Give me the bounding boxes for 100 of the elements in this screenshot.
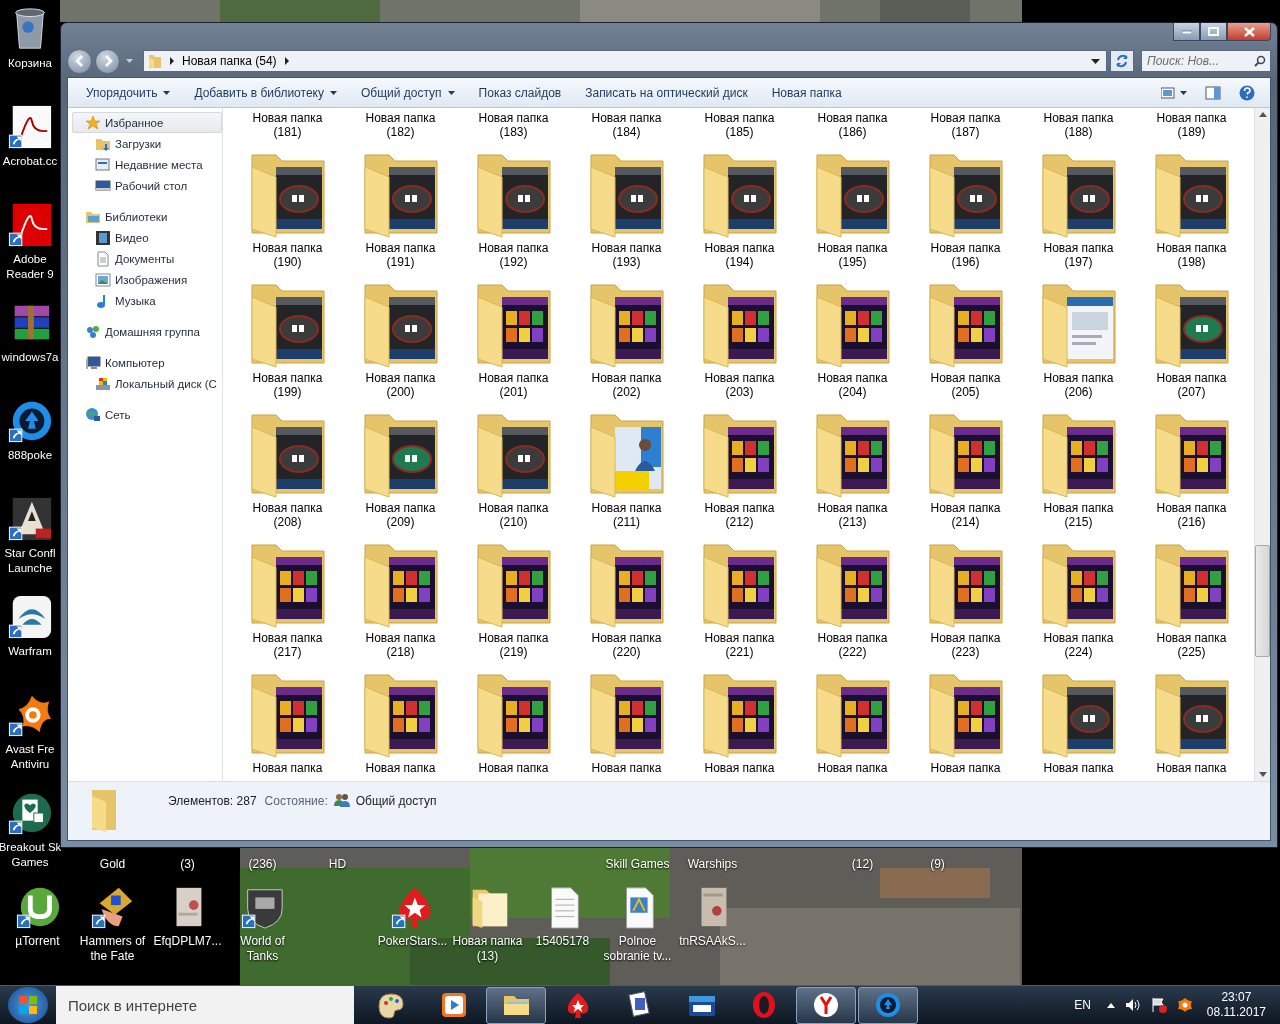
folder-name[interactable]: Новая папка (191) [365,241,436,273]
folder-name[interactable]: Новая папка (223) [930,631,1001,663]
toolbar-button[interactable]: Записать на оптический диск [577,81,756,104]
taskbar-button[interactable] [486,986,546,1024]
nav-item[interactable]: Рабочий стол [72,175,222,196]
refresh-button[interactable] [1110,50,1134,72]
folder-name[interactable]: Новая папка (210) [478,501,549,533]
folder-name[interactable]: Новая папка (201) [478,371,549,403]
folder-name[interactable]: Новая папка (212) [704,501,775,533]
toolbar-button[interactable]: Общий доступ [352,81,463,104]
folder-name[interactable]: Новая папка (192) [478,241,549,273]
nav-item[interactable]: Домашняя группа [72,321,222,342]
clock[interactable]: 23:07 08.11.2017 [1206,990,1266,1020]
folder-name[interactable]: Новая папка (193) [591,241,662,273]
speaker-icon[interactable] [1124,998,1141,1012]
folder-name[interactable]: Новая папка (204) [817,371,888,403]
folder-name[interactable]: Новая папка (213) [817,501,888,533]
search-field[interactable]: Поиск в интернете [56,986,354,1024]
folder-name[interactable]: Новая папка (215) [1043,501,1114,533]
folder-name[interactable]: Новая папка (188) [1043,111,1114,143]
folder-name[interactable]: Новая папка (184) [591,111,662,143]
toolbar-button[interactable]: Добавить в библиотеку [186,81,345,104]
minimize-button[interactable] [1173,23,1200,41]
folder-name[interactable]: Новая папка (214) [930,501,1001,533]
down-arrow-icon[interactable] [1258,772,1267,777]
folder-name[interactable]: Новая папка (198) [1156,241,1227,273]
chevron-icon[interactable] [282,57,291,65]
language-indicator[interactable]: EN [1074,998,1091,1012]
flag-icon[interactable] [1150,997,1167,1013]
toolbar-button[interactable]: Упорядочить [78,81,179,104]
folder-name[interactable]: Новая папка (225) [1156,631,1227,663]
folder-name[interactable]: Новая папка [930,761,1001,781]
folder-name[interactable]: Новая папка (190) [252,241,323,273]
address-bar[interactable]: Новая папка (54) [143,50,1107,72]
forward-button[interactable] [95,48,120,74]
back-button[interactable] [67,48,92,74]
folder-name[interactable]: Новая папка (196) [930,241,1001,273]
scroll-thumb[interactable] [1255,545,1270,657]
toolbar-button[interactable]: Показ слайдов [470,81,570,104]
taskbar-button[interactable] [796,986,856,1024]
close-button[interactable] [1227,23,1271,41]
folder-name[interactable]: Новая папка (199) [252,371,323,403]
scrollbar[interactable] [1254,108,1270,781]
folder-name[interactable]: Новая папка (206) [1043,371,1114,403]
shortcut-icon[interactable] [7,104,53,150]
folder-name[interactable]: Новая папка (200) [365,371,436,403]
folder-name[interactable]: Новая папка (221) [704,631,775,663]
toolbar-button[interactable]: Новая папка [763,81,850,104]
folder-name[interactable]: Новая папка [365,761,436,781]
folder-name[interactable]: Новая папка (186) [817,111,888,143]
nav-item[interactable]: Недавние места [72,154,222,175]
folder-name[interactable]: Новая папка (224) [1043,631,1114,663]
folder-name[interactable]: Новая папка (205) [930,371,1001,403]
nav-item[interactable]: Загрузки [72,133,222,154]
folder-name[interactable]: Новая папка (220) [591,631,662,663]
folder-name[interactable]: Новая папка [591,761,662,781]
folder-name[interactable]: Новая папка (197) [1043,241,1114,273]
folder-name[interactable]: Новая папка [478,761,549,781]
folder-name[interactable]: Новая папка [1156,761,1227,781]
caret-icon[interactable] [1106,1002,1115,1008]
folder-name[interactable]: Новая папка (219) [478,631,549,663]
folder-name[interactable]: Новая папка (209) [365,501,436,533]
shortcut-icon[interactable] [7,202,53,248]
nav-item[interactable]: Локальный диск (C [72,373,222,394]
folder-name[interactable]: Новая папка (202) [591,371,662,403]
folder-name[interactable]: Новая папка [1043,761,1114,781]
nav-item[interactable]: Библиотеки [72,206,222,227]
folder-name[interactable]: Новая папка (189) [1156,111,1227,143]
folder-name[interactable]: Новая папка [704,761,775,781]
nav-item[interactable]: Компьютер [72,352,222,373]
folder-name[interactable]: Новая папка (222) [817,631,888,663]
nav-item[interactable]: Избранное [72,112,222,133]
folder-name[interactable]: Новая папка (208) [252,501,323,533]
folder-name[interactable]: Новая папка (183) [478,111,549,143]
search-icon[interactable] [1254,55,1266,67]
folder-name[interactable]: Новая папка [252,761,323,781]
folder-name[interactable]: Новая папка [817,761,888,781]
shield-icon[interactable] [1176,997,1193,1013]
start-button[interactable] [8,987,48,1023]
folder-name[interactable]: Новая папка (211) [591,501,662,533]
shortcut-icon[interactable] [7,594,53,640]
folder-name[interactable]: Новая папка (194) [704,241,775,273]
folder-name[interactable]: Новая папка (195) [817,241,888,273]
up-arrow-icon[interactable] [1258,112,1267,117]
nav-item[interactable]: Изображения [72,269,222,290]
folder-name[interactable]: Новая папка (181) [252,111,323,143]
maximize-button[interactable] [1200,23,1227,41]
shortcut-icon[interactable] [7,496,53,542]
nav-item[interactable]: Видео [72,227,222,248]
folder-name[interactable]: Новая папка (207) [1156,371,1227,403]
nav-item[interactable]: Музыка [72,290,222,311]
nav-item[interactable]: Документы [72,248,222,269]
folder-name[interactable]: Новая папка (217) [252,631,323,663]
search-field[interactable]: Поиск: Нов... [1141,50,1271,72]
folder-name[interactable]: Новая папка (203) [704,371,775,403]
folder-name[interactable]: Новая папка (218) [365,631,436,663]
taskbar-button[interactable] [858,986,918,1024]
nav-item[interactable]: Сеть [72,404,222,425]
folder-name[interactable]: Новая папка (182) [365,111,436,143]
folder-name[interactable]: Новая папка (216) [1156,501,1227,533]
